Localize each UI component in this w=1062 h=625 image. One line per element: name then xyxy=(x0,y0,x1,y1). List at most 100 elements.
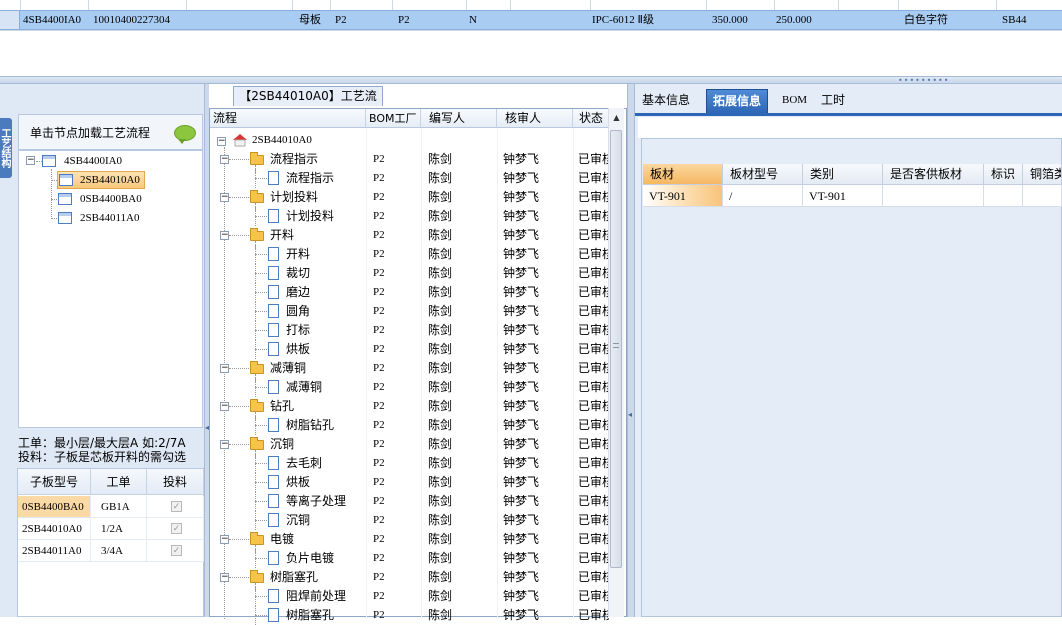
tab-underline xyxy=(635,113,1062,116)
flow-group-row[interactable]: − 电镀 P2 陈剑 钟梦飞 已审核 xyxy=(210,530,610,553)
flow-group-row[interactable]: − 沉铜 P2 陈剑 钟梦飞 已审核 xyxy=(210,435,610,458)
cell-board-type[interactable]: 母板 xyxy=(299,11,321,29)
cell-length[interactable]: 350.000 xyxy=(712,11,748,29)
col-header-board-model[interactable]: 板材型号 xyxy=(723,164,803,185)
col-header-mark[interactable]: 标识 xyxy=(984,164,1023,185)
cell-code[interactable]: 10010400227304 xyxy=(93,11,170,29)
cell-width[interactable]: 250.000 xyxy=(776,11,812,29)
collapse-icon[interactable]: − xyxy=(220,535,229,544)
cell-model[interactable]: 0SB4400BA0 xyxy=(18,496,91,518)
flow-step-row[interactable]: 流程指示 P2 陈剑 钟梦飞 已审核 xyxy=(210,169,610,188)
col-header-board[interactable]: 板材 xyxy=(643,164,723,185)
tree-line xyxy=(255,178,267,179)
flow-step-row[interactable]: 开料 P2 陈剑 钟梦飞 已审核 xyxy=(210,245,610,264)
splitter-arrow-icon[interactable]: ◂ xyxy=(628,410,632,419)
cell-board[interactable]: VT-901 xyxy=(643,185,723,207)
flow-factory: P2 xyxy=(373,571,385,583)
flow-name: 等离子处理 xyxy=(286,494,347,508)
flow-factory: P2 xyxy=(373,191,385,203)
flow-writer: 陈剑 xyxy=(428,437,453,451)
cell-code2[interactable]: SB44 xyxy=(1002,11,1026,29)
scrollbar-thumb[interactable] xyxy=(610,130,622,568)
flow-step-row[interactable]: 磨边 P2 陈剑 钟梦飞 已审核 xyxy=(210,283,610,302)
cell-category[interactable]: VT-901 xyxy=(803,185,883,207)
cell-factory2[interactable]: P2 xyxy=(398,11,410,29)
col-header-customer-supplied[interactable]: 是否客供板材 xyxy=(883,164,984,185)
cell-model[interactable]: 2SB44011A0 xyxy=(18,540,91,562)
collapse-icon[interactable]: − xyxy=(217,137,226,146)
collapse-icon[interactable]: − xyxy=(220,364,229,373)
cell-standard[interactable]: IPC-6012 Ⅱ级 xyxy=(592,11,654,29)
col-header-writer[interactable]: 编写人 xyxy=(421,109,497,128)
tab-basic-info[interactable]: 基本信息 xyxy=(636,89,696,113)
flow-step-row[interactable]: 树脂塞孔 P2 陈剑 钟梦飞 已审核 xyxy=(210,606,610,625)
cell-order[interactable]: 3/4A xyxy=(91,540,147,562)
collapse-icon[interactable]: − xyxy=(220,573,229,582)
col-header-model[interactable]: 子板型号 xyxy=(18,469,91,495)
flow-factory: P2 xyxy=(373,229,385,241)
cell-mark[interactable] xyxy=(984,185,1023,207)
flow-group-row[interactable]: − 钻孔 P2 陈剑 钟梦飞 已审核 xyxy=(210,397,610,420)
flow-factory: P2 xyxy=(373,495,385,507)
col-header-reviewer[interactable]: 核审人 xyxy=(497,109,573,128)
cell-flag[interactable]: N xyxy=(469,11,477,29)
cell-copper-foil[interactable] xyxy=(1023,185,1062,207)
cell-feed[interactable]: ✓ xyxy=(147,540,204,562)
cell-board-model[interactable]: / xyxy=(723,185,803,207)
cell-order[interactable]: 1/2A xyxy=(91,518,147,540)
flow-step-row[interactable]: 圆角 P2 陈剑 钟梦飞 已审核 xyxy=(210,302,610,321)
col-header-feed[interactable]: 投料 xyxy=(147,469,204,495)
flow-step-row[interactable]: 树脂钻孔 P2 陈剑 钟梦飞 已审核 xyxy=(210,416,610,435)
cell-factory[interactable]: P2 xyxy=(335,11,347,29)
cell-order[interactable]: GB1A xyxy=(91,496,147,518)
flow-step-row[interactable]: 沉铜 P2 陈剑 钟梦飞 已审核 xyxy=(210,511,610,530)
vertical-splitter-right[interactable] xyxy=(627,84,635,617)
flow-root-row[interactable]: − 2SB44010A0 xyxy=(210,131,610,150)
col-header-order[interactable]: 工单 xyxy=(91,469,147,495)
flow-step-row[interactable]: 烘板 P2 陈剑 钟梦飞 已审核 xyxy=(210,340,610,359)
flow-group-row[interactable]: − 开料 P2 陈剑 钟梦飞 已审核 xyxy=(210,226,610,249)
flow-group-row[interactable]: − 计划投料 P2 陈剑 钟梦飞 已审核 xyxy=(210,188,610,211)
col-header-flow[interactable]: 流程 xyxy=(210,109,366,128)
col-header-copper-foil[interactable]: 铜箔类 xyxy=(1023,164,1062,185)
flow-step-row[interactable]: 烘板 P2 陈剑 钟梦飞 已审核 xyxy=(210,473,610,492)
flow-step-row[interactable]: 打标 P2 陈剑 钟梦飞 已审核 xyxy=(210,321,610,340)
tab-extended-info[interactable]: 拓展信息 xyxy=(706,89,769,113)
tab-bom[interactable]: BOM xyxy=(776,89,813,113)
cell-silkscreen[interactable]: 白色字符 xyxy=(904,11,948,29)
collapse-icon[interactable]: − xyxy=(220,155,229,164)
cell-customer-supplied[interactable] xyxy=(883,185,984,207)
feed-checkbox[interactable]: ✓ xyxy=(171,523,182,534)
flow-step-row[interactable]: 等离子处理 P2 陈剑 钟梦飞 已审核 xyxy=(210,492,610,511)
collapse-icon[interactable]: − xyxy=(220,402,229,411)
feed-checkbox[interactable]: ✓ xyxy=(171,545,182,556)
process-structure-tab[interactable]: 工艺结构 xyxy=(0,118,12,178)
collapse-icon[interactable]: − xyxy=(220,440,229,449)
scroll-up-icon[interactable]: ▲ xyxy=(608,108,624,127)
cell-model[interactable]: 4SB4400IA0 xyxy=(23,11,81,29)
flow-group-row[interactable]: − 流程指示 P2 陈剑 钟梦飞 已审核 xyxy=(210,150,610,173)
col-header-status[interactable]: 状态 xyxy=(573,109,609,128)
flow-step-row[interactable]: 阻焊前处理 P2 陈剑 钟梦飞 已审核 xyxy=(210,587,610,606)
flow-reviewer: 钟梦飞 xyxy=(503,570,540,584)
col-header-factory[interactable]: BOM工厂 xyxy=(366,109,421,128)
flow-step-row[interactable]: 去毛刺 P2 陈剑 钟梦飞 已审核 xyxy=(210,454,610,473)
collapse-icon[interactable]: − xyxy=(220,231,229,240)
flow-step-row[interactable]: 负片电镀 P2 陈剑 钟梦飞 已审核 xyxy=(210,549,610,568)
flow-step-row[interactable]: 裁切 P2 陈剑 钟梦飞 已审核 xyxy=(210,264,610,283)
tab-work-hours[interactable]: 工时 xyxy=(815,89,851,113)
flow-group-row[interactable]: − 树脂塞孔 P2 陈剑 钟梦飞 已审核 xyxy=(210,568,610,591)
col-header-category[interactable]: 类别 xyxy=(803,164,883,185)
flow-step-row[interactable]: 减薄铜 P2 陈剑 钟梦飞 已审核 xyxy=(210,378,610,397)
flow-group-row[interactable]: − 减薄铜 P2 陈剑 钟梦飞 已审核 xyxy=(210,359,610,382)
tree-node-label: 2SB44011A0 xyxy=(80,212,140,224)
cell-feed[interactable]: ✓ xyxy=(147,518,204,540)
collapse-icon[interactable]: − xyxy=(26,156,35,165)
feed-checkbox[interactable]: ✓ xyxy=(171,501,182,512)
flow-step-row[interactable]: 计划投料 P2 陈剑 钟梦飞 已审核 xyxy=(210,207,610,226)
tree-node-child-selected[interactable]: 2SB44010A0 xyxy=(57,171,145,189)
cell-feed[interactable]: ✓ xyxy=(147,496,204,518)
collapse-icon[interactable]: − xyxy=(220,193,229,202)
cell-model[interactable]: 2SB44010A0 xyxy=(18,518,91,540)
selected-row[interactable]: 4SB4400IA0 10010400227304 母板 P2 P2 N IPC… xyxy=(0,10,1062,30)
